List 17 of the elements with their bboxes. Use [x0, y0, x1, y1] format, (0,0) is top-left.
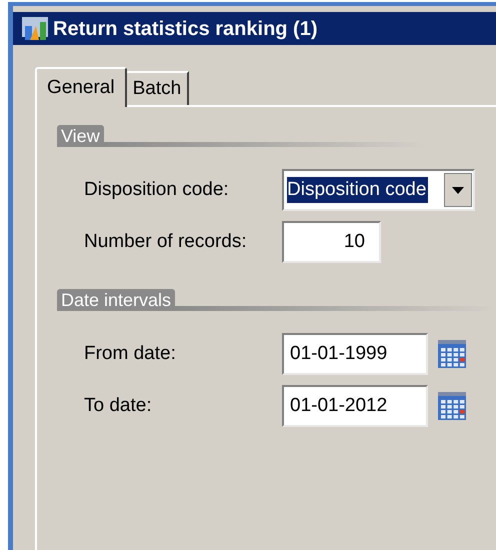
window-title: Return statistics ranking (1) — [53, 16, 318, 42]
date-field[interactable]: 01-01-2012 — [282, 385, 428, 427]
dropdown-field[interactable]: Disposition code — [282, 169, 475, 211]
tab[interactable]: Batch — [126, 71, 190, 105]
chart-icon — [21, 16, 49, 42]
field-label: Number of records: — [84, 230, 248, 254]
calendar-icon[interactable] — [437, 339, 467, 369]
group-header: View — [57, 125, 104, 147]
field-label: Disposition code: — [84, 178, 230, 202]
tab[interactable]: General — [35, 67, 127, 107]
calendar-icon[interactable] — [437, 391, 467, 421]
date-field[interactable]: 01-01-1999 — [282, 333, 428, 375]
number-field[interactable]: 10 — [282, 221, 381, 263]
group-header: Date intervals — [57, 289, 176, 311]
field-label: To date: — [84, 394, 153, 418]
caret-icon — [452, 186, 464, 194]
field-label: From date: — [84, 342, 177, 366]
